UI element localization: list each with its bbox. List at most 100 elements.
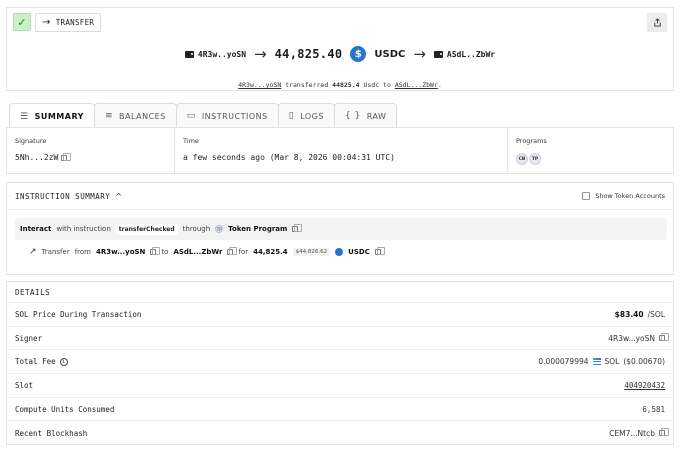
compute-budget-program-icon[interactable]: CB <box>516 153 528 165</box>
copy-icon[interactable] <box>150 247 161 255</box>
transfer-token-symbol[interactable]: USDC <box>348 248 370 256</box>
compute-units-value: 6,581 <box>642 404 665 414</box>
detail-label: Slot <box>15 380 34 390</box>
usdc-icon <box>335 248 344 256</box>
show-token-accounts-checkbox[interactable] <box>582 192 591 200</box>
token-symbol: USDC <box>374 48 406 60</box>
token-program-icon: TP <box>215 225 224 233</box>
summary-end: . <box>437 81 442 89</box>
arrow-right-icon: → <box>254 45 267 63</box>
slot-link[interactable]: 404920432 <box>624 381 665 390</box>
summary-from-link[interactable]: 4R3w...yoSN <box>238 81 281 89</box>
transfer-from-account[interactable]: 4R3w...yoSN <box>96 248 145 256</box>
arrow-up-right-icon: ↗ <box>29 247 37 257</box>
detail-row-slot: Slot 404920432 <box>7 374 673 398</box>
detail-row-compute-units: Compute Units Consumed 6,581 <box>7 398 673 422</box>
signature-text: 5Nh...2zW <box>15 153 59 162</box>
detail-row-signer: Signer 4R3w...yoSN <box>7 327 673 351</box>
tab-label: LOGS <box>300 111 324 121</box>
share-button[interactable] <box>647 13 667 32</box>
transaction-info-grid: Signature 5Nh...2zW Time a few seconds a… <box>6 127 674 174</box>
instructions-icon: ▭ <box>186 111 196 121</box>
share-icon <box>653 18 661 27</box>
blockhash-value: CEM7...Ntcb <box>609 428 655 438</box>
to-account[interactable]: ASdL..ZbWr <box>433 49 496 59</box>
instruction-row: Interact with instruction transferChecke… <box>15 218 667 240</box>
info-icon[interactable]: i <box>59 357 68 366</box>
summary-amount: 44825.4 <box>332 81 360 89</box>
from-account-label: 4R3w..yoSN <box>197 49 247 59</box>
tab-bar: ☰ SUMMARY ≡ BALANCES ▭ INSTRUCTIONS ▯ LO… <box>9 103 398 129</box>
tab-raw[interactable]: { } RAW <box>333 103 398 128</box>
show-token-accounts-label: Show Token Accounts <box>595 192 665 200</box>
arrow-right-icon: → <box>42 17 51 28</box>
tab-logs[interactable]: ▯ LOGS <box>277 103 335 128</box>
details-panel: DETAILS SOL Price During Transaction $83… <box>6 281 674 445</box>
to-account-label: ASdL..ZbWr <box>446 49 496 59</box>
detail-row-total-fee: Total Fee i 0.000079994 SOL ($0.00670) <box>7 350 673 375</box>
tab-label: SUMMARY <box>34 112 84 121</box>
from-account[interactable]: 4R3w..yoSN <box>184 49 247 59</box>
summary-icon: ☰ <box>20 111 29 122</box>
through-text: through <box>182 225 211 233</box>
token-program-icon[interactable]: TP <box>529 153 541 165</box>
arrow-right-icon: → <box>413 45 426 63</box>
details-title: DETAILS <box>7 282 673 303</box>
logs-icon: ▯ <box>288 111 295 121</box>
sol-price-value: $83.40 <box>614 309 644 319</box>
balances-icon: ≡ <box>104 111 114 121</box>
transfer-amount-value: 44,825.4 <box>253 248 288 256</box>
detail-row-sol-price: SOL Price During Transaction $83.40 /SOL <box>7 303 673 327</box>
tab-summary[interactable]: ☰ SUMMARY <box>9 103 95 129</box>
wallet-icon <box>433 50 443 58</box>
copy-icon[interactable] <box>374 247 385 255</box>
program-name[interactable]: Token Program <box>228 225 287 233</box>
tab-label: RAW <box>366 111 387 121</box>
usdc-icon: $ <box>350 46 367 62</box>
for-word: for <box>238 248 249 256</box>
detail-label: Recent Blockhash <box>15 428 88 438</box>
from-word: from <box>74 248 91 256</box>
transfer-amount: 44,825.40 <box>274 47 343 61</box>
summary-to-link[interactable]: ASdL...ZbWr <box>395 81 438 89</box>
tab-label: INSTRUCTIONS <box>201 111 268 121</box>
instruction-summary-panel: INSTRUCTION SUMMARY ^ Show Token Account… <box>6 182 674 275</box>
time-value: a few seconds ago (Mar 8, 2026 00:04:31 … <box>183 153 395 162</box>
programs-cell: Programs CB TP <box>508 128 673 173</box>
success-check-icon: ✓ <box>13 13 31 31</box>
copy-icon[interactable] <box>292 224 303 232</box>
detail-label: Compute Units Consumed <box>15 404 115 414</box>
transaction-type-label: TRANSFER <box>55 18 95 27</box>
instruction-summary-title: INSTRUCTION SUMMARY <box>15 191 111 201</box>
copy-icon[interactable] <box>659 333 669 342</box>
tab-balances[interactable]: ≡ BALANCES <box>93 103 177 128</box>
time-cell: Time a few seconds ago (Mar 8, 2026 00:0… <box>175 128 508 173</box>
copy-icon[interactable] <box>659 428 669 437</box>
fee-usd: ($0.00670) <box>623 357 665 367</box>
transfer-row: ↗ Transfer from 4R3w...yoSN to ASdL...Zb… <box>29 247 385 257</box>
tab-instructions[interactable]: ▭ INSTRUCTIONS <box>175 103 279 128</box>
show-token-accounts-toggle[interactable]: Show Token Accounts <box>582 192 665 200</box>
fee-token: SOL <box>604 357 620 367</box>
summary-verb: transferred <box>285 81 329 89</box>
copy-icon[interactable] <box>227 247 238 255</box>
programs-label: Programs <box>516 137 547 145</box>
transfer-to-account[interactable]: ASdL...ZbWr <box>173 248 222 256</box>
sol-price-suffix: /SOL <box>647 309 665 319</box>
with-instruction-text: with instruction <box>56 225 111 233</box>
wallet-icon <box>184 50 194 58</box>
detail-label: SOL Price During Transaction <box>15 309 142 319</box>
signature-value: 5Nh...2zW <box>15 152 166 162</box>
instruction-summary-header[interactable]: INSTRUCTION SUMMARY ^ <box>7 183 673 210</box>
time-label: Time <box>183 137 199 145</box>
usd-value-badge: $44,826.62 <box>292 248 331 256</box>
detail-row-recent-blockhash: Recent Blockhash CEM7...Ntcb <box>7 421 673 445</box>
copy-icon[interactable] <box>61 152 72 161</box>
raw-icon: { } <box>344 111 361 121</box>
instruction-name-pill: transferChecked <box>115 223 178 235</box>
signer-value[interactable]: 4R3w...yoSN <box>608 334 655 343</box>
program-badges: CB TP <box>516 153 665 165</box>
tab-label: BALANCES <box>119 111 166 121</box>
solana-icon <box>592 358 601 366</box>
total-fee-label: Total Fee <box>15 357 56 367</box>
